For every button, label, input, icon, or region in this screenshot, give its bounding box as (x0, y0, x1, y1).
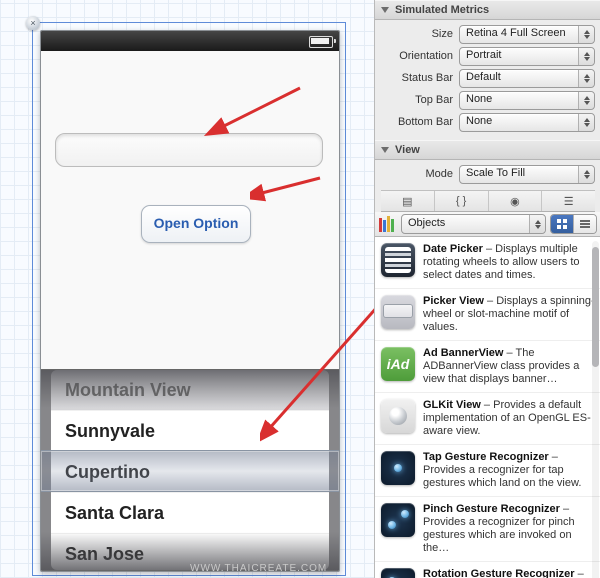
object-item[interactable]: iAdAd BannerView – The ADBannerView clas… (375, 341, 600, 393)
gesture-icon (381, 451, 415, 485)
label-bottombar: Bottom Bar (381, 116, 459, 128)
object-description: Rotation Gesture Recognizer – Provides a… (423, 568, 595, 578)
iad-icon: iAd (381, 347, 415, 381)
view-toggle[interactable] (550, 214, 597, 234)
selection-frame[interactable]: × Open Option Mountain ViewSunnyvaleCupe… (32, 22, 346, 576)
popup-objects[interactable]: Objects (401, 214, 546, 234)
picker-row[interactable]: Sunnyvale (51, 410, 329, 451)
text-field[interactable] (55, 133, 323, 167)
section-header-view[interactable]: View (375, 140, 600, 160)
simulated-phone: Open Option Mountain ViewSunnyvaleCupert… (40, 30, 340, 572)
object-description: Pinch Gesture Recognizer – Provides a re… (423, 503, 595, 555)
picker-row[interactable]: Santa Clara (51, 492, 329, 533)
open-option-button[interactable]: Open Option (141, 205, 251, 243)
picker-row[interactable]: Cupertino (51, 451, 329, 492)
gesture-icon (381, 503, 415, 537)
scrollbar[interactable] (592, 241, 599, 578)
popup-mode[interactable]: Scale To Fill (459, 165, 595, 184)
view-grid-icon[interactable] (551, 215, 573, 233)
library-icon[interactable] (379, 216, 397, 232)
canvas-grid: × Open Option Mountain ViewSunnyvaleCupe… (0, 0, 374, 578)
tab-file-icon[interactable]: ▤ (381, 191, 434, 211)
object-description: Date Picker – Displays multiple rotating… (423, 243, 595, 282)
object-description: Picker View – Displays a spinning-wheel … (423, 295, 595, 334)
tab-braces-icon[interactable]: { } (434, 191, 488, 211)
label-size: Size (381, 28, 459, 40)
gesture-icon (381, 568, 415, 578)
mini-tabs: ▤ { } ◉ ☰ (381, 190, 595, 212)
object-item[interactable]: Rotation Gesture Recognizer – Provides a… (375, 562, 600, 578)
label-orientation: Orientation (381, 50, 459, 62)
objects-bar: Objects (375, 212, 600, 237)
datepick-icon (381, 243, 415, 277)
stepper-arrows-icon (578, 26, 594, 43)
disclosure-icon (381, 147, 389, 153)
object-description: Ad BannerView – The ADBannerView class p… (423, 347, 595, 386)
object-item[interactable]: Date Picker – Displays multiple rotating… (375, 237, 600, 289)
section-title: View (395, 141, 420, 159)
object-item[interactable]: Picker View – Displays a spinning-wheel … (375, 289, 600, 341)
battery-icon (309, 36, 333, 48)
glkit-icon (381, 399, 415, 433)
view-list-icon[interactable] (573, 215, 596, 233)
popup-topbar[interactable]: None (459, 91, 595, 110)
tab-cube-icon[interactable]: ◉ (488, 191, 542, 211)
label-topbar: Top Bar (381, 94, 459, 106)
phone-body: Open Option Mountain ViewSunnyvaleCupert… (41, 51, 339, 571)
label-statusbar: Status Bar (381, 72, 459, 84)
close-icon[interactable]: × (26, 16, 40, 30)
scroll-thumb[interactable] (592, 247, 599, 367)
label-mode: Mode (381, 168, 459, 180)
object-description: GLKit View – Provides a default implemen… (423, 399, 595, 438)
popup-orientation[interactable]: Portrait (459, 47, 595, 66)
disclosure-icon (381, 7, 389, 13)
view-form: Mode Scale To Fill ▤ { } ◉ ☰ (375, 160, 600, 212)
inspector-panel: Simulated Metrics Size Retina 4 Full Scr… (374, 0, 600, 578)
phone-statusbar (41, 31, 339, 51)
section-title: Simulated Metrics (395, 1, 489, 19)
object-item[interactable]: Pinch Gesture Recognizer – Provides a re… (375, 497, 600, 562)
picker-view[interactable]: Mountain ViewSunnyvaleCupertinoSanta Cla… (41, 369, 339, 571)
watermark: WWW.THAICREATE.COM (190, 563, 327, 574)
picker-row[interactable]: Mountain View (51, 370, 329, 410)
popup-size[interactable]: Retina 4 Full Screen (459, 25, 595, 44)
simulated-metrics-form: Size Retina 4 Full Screen Orientation Po… (375, 20, 600, 140)
popup-statusbar[interactable]: Default (459, 69, 595, 88)
object-description: Tap Gesture Recognizer – Provides a reco… (423, 451, 595, 490)
tab-list-icon[interactable]: ☰ (541, 191, 595, 211)
objects-list[interactable]: Date Picker – Displays multiple rotating… (375, 237, 600, 578)
object-item[interactable]: Tap Gesture Recognizer – Provides a reco… (375, 445, 600, 497)
popup-bottombar[interactable]: None (459, 113, 595, 132)
picker-icon (381, 295, 415, 329)
section-header-simulated-metrics[interactable]: Simulated Metrics (375, 0, 600, 20)
object-item[interactable]: GLKit View – Provides a default implemen… (375, 393, 600, 445)
